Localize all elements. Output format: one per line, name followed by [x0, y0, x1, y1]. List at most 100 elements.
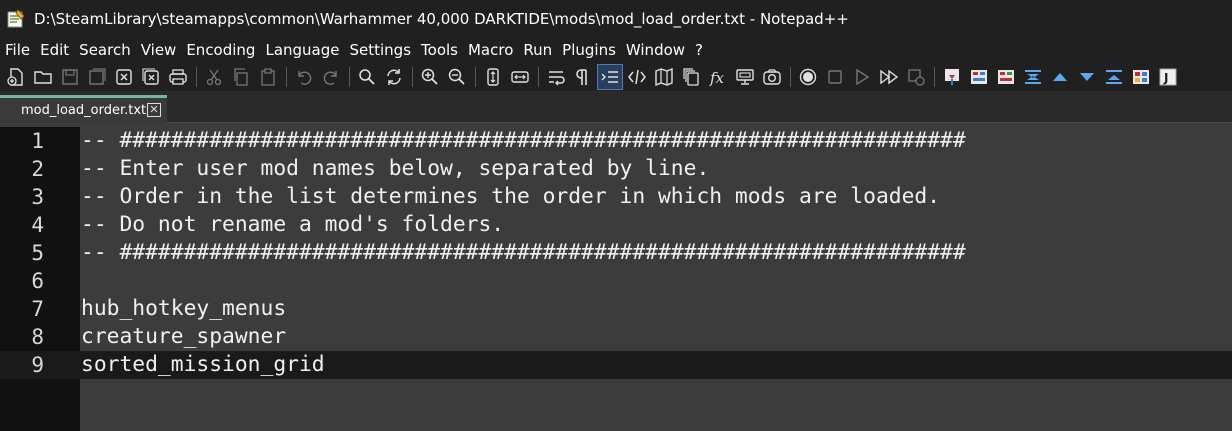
tab-mod-load-order[interactable]: mod_load_order.txt ✕ [0, 95, 167, 123]
line-text: -- Do not rename a mod's folders. [81, 212, 505, 237]
line-text: sorted_mission_grid [81, 352, 325, 377]
open-folder-icon[interactable] [30, 64, 56, 90]
svg-text:fx: fx [709, 69, 725, 87]
menu-edit[interactable]: Edit [39, 41, 75, 59]
save-macro-icon[interactable] [903, 64, 929, 90]
menu-run[interactable]: Run [522, 41, 558, 59]
editor-line[interactable]: 6 [0, 267, 1232, 295]
menu-plugins[interactable]: Plugins [561, 41, 622, 59]
editor[interactable]: 1 -- ###################################… [0, 127, 1232, 431]
tab-label: mod_load_order.txt [21, 103, 147, 118]
plugin-toolbar-icon[interactable] [939, 64, 965, 90]
plugin-toolbar-icon[interactable]: J [1155, 64, 1181, 90]
line-text: -- Enter user mod names below, separated… [81, 156, 710, 181]
toolbar-separator [934, 67, 935, 87]
sync-horizontal-scroll-icon[interactable] [507, 64, 533, 90]
monitoring-icon[interactable] [759, 64, 785, 90]
plugin-toolbar-icon[interactable] [966, 64, 992, 90]
line-text: hub_hotkey_menus [81, 296, 287, 321]
paste-icon[interactable] [255, 64, 281, 90]
copy-icon[interactable] [228, 64, 254, 90]
toolbar-separator [196, 67, 197, 87]
menu-window[interactable]: Window [625, 41, 691, 59]
line-text: -- #####################################… [81, 240, 966, 265]
line-number: 6 [31, 269, 44, 293]
find-icon[interactable] [354, 64, 380, 90]
user-defined-language-icon[interactable] [624, 64, 650, 90]
menu-help[interactable]: ? [694, 41, 709, 59]
zoom-in-icon[interactable] [417, 64, 443, 90]
window-title: D:\SteamLibrary\steamapps\common\Warhamm… [34, 9, 849, 28]
menu-language[interactable]: Language [264, 41, 345, 59]
run-macro-multiple-icon[interactable] [876, 64, 902, 90]
folder-as-workspace-icon[interactable] [732, 64, 758, 90]
line-number: 5 [31, 241, 44, 265]
toolbar-separator [349, 67, 350, 87]
line-number: 1 [31, 129, 44, 153]
cut-icon[interactable] [201, 64, 227, 90]
plugin-toolbar-icon[interactable] [1047, 64, 1073, 90]
line-number: 3 [31, 185, 44, 209]
editor-line[interactable]: 2 -- Enter user mod names below, separat… [0, 155, 1232, 183]
menu-search[interactable]: Search [78, 41, 137, 59]
menu-settings[interactable]: Settings [349, 41, 418, 59]
svg-text:J: J [1163, 71, 1168, 85]
toolbar-separator [475, 67, 476, 87]
menu-macro[interactable]: Macro [467, 41, 519, 59]
redo-icon[interactable] [318, 64, 344, 90]
menu-file[interactable]: File [4, 41, 36, 59]
save-all-icon[interactable] [84, 64, 110, 90]
title-bar: D:\SteamLibrary\steamapps\common\Warhamm… [0, 0, 1232, 37]
editor-line[interactable]: 7 hub_hotkey_menus [0, 295, 1232, 323]
zoom-out-icon[interactable] [444, 64, 470, 90]
word-wrap-icon[interactable] [543, 64, 569, 90]
new-file-icon[interactable] [3, 64, 29, 90]
line-number: 7 [31, 297, 44, 321]
tab-close-icon[interactable]: ✕ [147, 103, 161, 117]
plugin-toolbar-icon[interactable] [1020, 64, 1046, 90]
document-list-icon[interactable] [678, 64, 704, 90]
playback-macro-icon[interactable] [849, 64, 875, 90]
document-map-icon[interactable] [651, 64, 677, 90]
line-number: 2 [31, 157, 44, 181]
toolbar-separator [538, 67, 539, 87]
tab-bar: mod_load_order.txt ✕ [0, 91, 1232, 123]
line-number: 4 [31, 213, 44, 237]
menu-bar: File Edit Search View Encoding Language … [0, 37, 1232, 63]
plugin-toolbar-icon[interactable] [1101, 64, 1127, 90]
stop-recording-icon[interactable] [822, 64, 848, 90]
close-all-icon[interactable] [138, 64, 164, 90]
editor-line[interactable]: 3 -- Order in the list determines the or… [0, 183, 1232, 211]
line-text: creature_spawner [81, 324, 287, 349]
line-text: -- #####################################… [81, 128, 966, 153]
editor-line[interactable]: 8 creature_spawner [0, 323, 1232, 351]
sync-vertical-scroll-icon[interactable] [480, 64, 506, 90]
save-icon[interactable] [57, 64, 83, 90]
indent-guide-icon[interactable] [597, 64, 623, 90]
undo-icon[interactable] [291, 64, 317, 90]
plugin-toolbar-icon[interactable] [993, 64, 1019, 90]
menu-view[interactable]: View [140, 41, 183, 59]
line-text: -- Order in the list determines the orde… [81, 184, 941, 209]
show-all-characters-icon[interactable] [570, 64, 596, 90]
menu-encoding[interactable]: Encoding [185, 41, 261, 59]
close-icon[interactable] [111, 64, 137, 90]
record-macro-icon[interactable] [795, 64, 821, 90]
print-icon[interactable] [165, 64, 191, 90]
notepad-plus-plus-app-icon [7, 8, 25, 27]
toolbar-separator [286, 67, 287, 87]
line-number: 9 [31, 353, 44, 377]
editor-line[interactable]: 1 -- ###################################… [0, 127, 1232, 155]
editor-line[interactable]: 5 -- ###################################… [0, 239, 1232, 267]
plugin-toolbar-icon[interactable] [1074, 64, 1100, 90]
toolbar-separator [790, 67, 791, 87]
menu-tools[interactable]: Tools [420, 41, 464, 59]
editor-line[interactable]: 4 -- Do not rename a mod's folders. [0, 211, 1232, 239]
toolbar-separator [412, 67, 413, 87]
function-list-icon[interactable]: fx [705, 64, 731, 90]
plugin-toolbar-icon[interactable] [1128, 64, 1154, 90]
toolbar: fx J [0, 63, 1232, 91]
replace-icon[interactable] [381, 64, 407, 90]
editor-line-current[interactable]: 9 sorted_mission_grid [0, 351, 1232, 379]
line-number: 8 [31, 325, 44, 349]
